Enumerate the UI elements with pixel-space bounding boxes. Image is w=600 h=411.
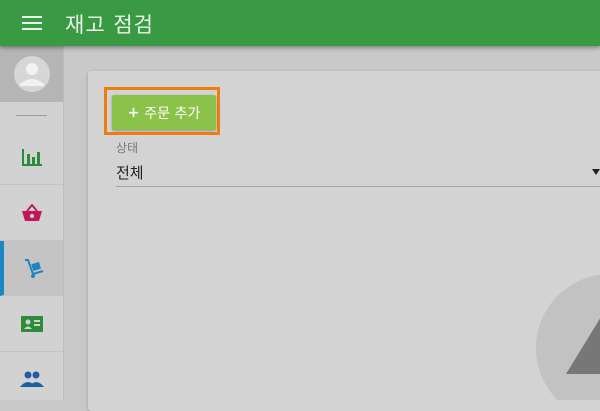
app-bar: 재고 점검 xyxy=(0,0,600,46)
shopping-basket-icon xyxy=(21,203,42,221)
sidebar-item-inventory[interactable] xyxy=(0,241,63,296)
avatar[interactable] xyxy=(0,46,63,102)
add-order-button[interactable]: + 주문 추가 xyxy=(112,95,216,130)
add-order-button-label: 주문 추가 xyxy=(144,105,201,122)
sidebar-item-users[interactable] xyxy=(0,352,63,407)
page-title: 재고 점검 xyxy=(65,13,154,37)
sidebar-item-contacts[interactable] xyxy=(0,297,63,352)
hamburger-menu-icon[interactable] xyxy=(22,16,42,30)
sidebar-divider xyxy=(16,115,47,116)
hand-truck-icon xyxy=(24,259,43,278)
status-filter-value: 전체 xyxy=(116,164,144,182)
people-icon xyxy=(19,371,44,387)
sidebar-item-shop[interactable] xyxy=(0,186,63,241)
user-avatar-icon xyxy=(14,56,50,92)
plus-icon: + xyxy=(127,104,140,121)
status-filter-label: 상태 xyxy=(116,141,139,155)
sidebar xyxy=(0,46,64,407)
status-filter-select[interactable]: 전체 xyxy=(116,160,600,187)
bar-chart-icon xyxy=(21,149,42,166)
dropdown-arrow-icon xyxy=(592,169,600,175)
sidebar-item-reports[interactable] xyxy=(0,130,63,185)
contact-card-icon xyxy=(20,316,43,332)
